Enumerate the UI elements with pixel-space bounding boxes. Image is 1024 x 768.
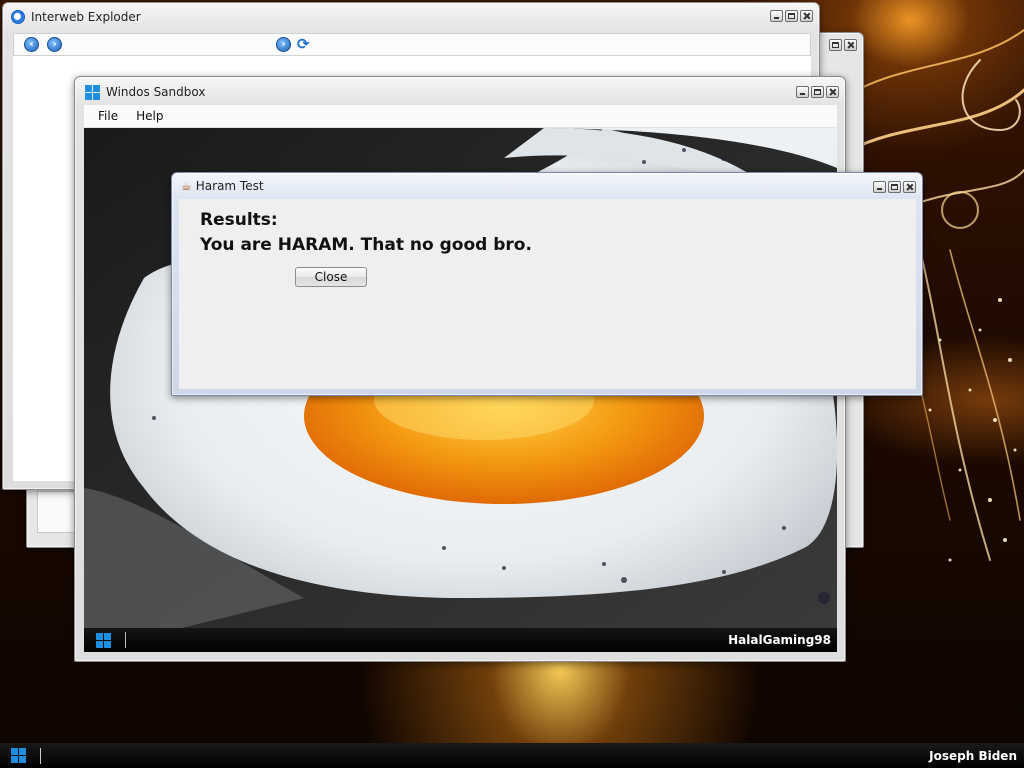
dialog-titlebar[interactable]: ☕ Haram Test [172, 173, 922, 199]
windows-logo-icon [85, 84, 100, 100]
ie-logo-icon [11, 10, 25, 24]
results-message: You are HARAM. That no good bro. [200, 235, 532, 255]
menu-file[interactable]: File [98, 109, 118, 123]
dialog-minimize-button[interactable] [873, 181, 886, 193]
start-icon[interactable] [11, 748, 26, 763]
browser-minimize-button[interactable] [770, 10, 783, 22]
browser-toolbar: ‹ › › ⟳ [13, 33, 811, 56]
taskbar-divider [40, 747, 41, 764]
dialog-close-window-button[interactable] [903, 181, 916, 193]
background-window-content [37, 491, 79, 533]
taskbar-user-name: Joseph Biden [929, 748, 1017, 763]
browser-title: Interweb Exploder [31, 10, 141, 24]
sandbox-titlebar[interactable]: Windos Sandbox [75, 77, 845, 107]
sandbox-close-button[interactable] [826, 86, 839, 98]
results-heading: Results: [200, 210, 278, 230]
forward-arrow-icon[interactable]: › [47, 37, 62, 52]
taskbar: Joseph Biden [0, 743, 1024, 768]
sandbox-taskbar-divider [125, 632, 126, 648]
go-arrow-icon[interactable]: › [276, 37, 291, 52]
sandbox-title: Windos Sandbox [106, 85, 206, 99]
sandbox-taskbar-user: HalalGaming98 [728, 633, 831, 647]
haram-test-dialog: ☕ Haram Test Results: You are HARAM. Tha… [171, 172, 923, 396]
sandbox-maximize-button[interactable] [811, 86, 824, 98]
sandbox-start-icon[interactable] [96, 632, 111, 648]
sandbox-taskbar: HalalGaming98 [84, 628, 837, 652]
java-cup-icon: ☕ [181, 179, 192, 193]
dialog-content: Results: You are HARAM. That no good bro… [179, 199, 916, 389]
browser-close-button[interactable] [800, 10, 813, 22]
back-arrow-icon[interactable]: ‹ [24, 37, 39, 52]
background-close-button[interactable] [844, 39, 857, 51]
sandbox-menubar: File Help [84, 105, 837, 127]
background-maximize-button[interactable] [829, 39, 842, 51]
browser-titlebar[interactable]: Interweb Exploder [3, 3, 819, 31]
browser-maximize-button[interactable] [785, 10, 798, 22]
sandbox-minimize-button[interactable] [796, 86, 809, 98]
dialog-maximize-button[interactable] [888, 181, 901, 193]
refresh-icon[interactable]: ⟳ [297, 37, 310, 52]
menu-help[interactable]: Help [136, 109, 163, 123]
dialog-title: Haram Test [195, 179, 264, 193]
close-button[interactable]: Close [295, 267, 367, 287]
